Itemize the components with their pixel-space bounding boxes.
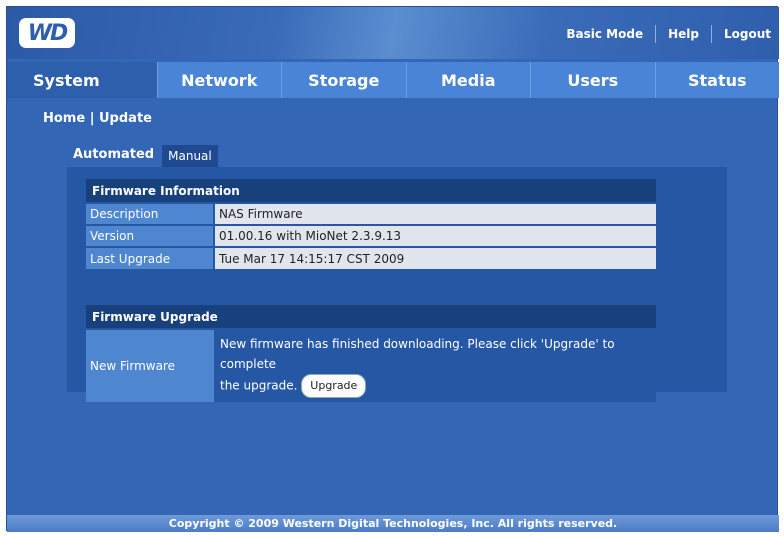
table-row: New Firmware New firmware has finished d… <box>86 328 656 402</box>
tab-automated[interactable]: Automated <box>67 141 161 167</box>
table-row: Last Upgrade Tue Mar 17 14:15:17 CST 200… <box>86 246 656 269</box>
nav-media[interactable]: Media <box>407 62 531 98</box>
firmware-upgrade-title: Firmware Upgrade <box>86 305 656 328</box>
firmware-information-section: Firmware Information Description NAS Fir… <box>86 179 656 269</box>
logout-link[interactable]: Logout <box>724 27 771 41</box>
nav-users[interactable]: Users <box>531 62 656 98</box>
logo-text: WD <box>27 20 69 46</box>
table-row: Version 01.00.16 with MioNet 2.3.9.13 <box>86 224 656 247</box>
help-link[interactable]: Help <box>668 27 699 41</box>
copyright-text: Copyright © 2009 Western Digital Technol… <box>168 517 618 530</box>
divider <box>655 25 657 43</box>
breadcrumb-separator: | <box>89 111 95 126</box>
app-frame: WD Basic Mode Help Logout System Network… <box>6 6 779 532</box>
description-label: Description <box>86 202 214 225</box>
last-upgrade-value: Tue Mar 17 14:15:17 CST 2009 <box>213 246 656 269</box>
table-row: Description NAS Firmware <box>86 202 656 225</box>
firmware-upgrade-section: Firmware Upgrade New Firmware New firmwa… <box>86 305 656 402</box>
upgrade-message-line1: New firmware has finished downloading. P… <box>220 337 615 371</box>
breadcrumb-update-link[interactable]: Update <box>99 111 152 126</box>
upgrade-message-line2: the upgrade. <box>220 378 298 393</box>
nav-network[interactable]: Network <box>158 62 282 98</box>
nav-status[interactable]: Status <box>656 62 780 98</box>
firmware-information-table: Description NAS Firmware Version 01.00.1… <box>86 202 656 269</box>
header-links: Basic Mode Help Logout <box>566 25 771 43</box>
new-firmware-label: New Firmware <box>86 328 214 402</box>
divider <box>710 25 712 43</box>
description-value: NAS Firmware <box>213 202 656 225</box>
wd-logo: WD <box>19 18 75 48</box>
version-value: 01.00.16 with MioNet 2.3.9.13 <box>213 224 656 247</box>
footer: Copyright © 2009 Western Digital Technol… <box>7 515 779 532</box>
nav-storage[interactable]: Storage <box>282 62 407 98</box>
tab-manual[interactable]: Manual <box>162 145 218 167</box>
last-upgrade-label: Last Upgrade <box>86 246 214 269</box>
nav-system[interactable]: System <box>7 62 158 98</box>
basic-mode-link[interactable]: Basic Mode <box>566 27 643 41</box>
upgrade-message: New firmware has finished downloading. P… <box>214 328 656 402</box>
header: WD Basic Mode Help Logout <box>7 7 779 59</box>
firmware-information-title: Firmware Information <box>86 179 656 202</box>
main-nav: System Network Storage Media Users Statu… <box>7 62 779 98</box>
upgrade-button[interactable]: Upgrade <box>301 374 367 398</box>
breadcrumb-home-link[interactable]: Home <box>43 111 85 126</box>
update-panel: Firmware Information Description NAS Fir… <box>67 167 727 402</box>
firmware-upgrade-table: New Firmware New firmware has finished d… <box>86 328 656 402</box>
version-label: Version <box>86 224 214 247</box>
breadcrumb: Home | Update <box>43 111 152 126</box>
tab-bar: Automated Manual <box>67 141 218 167</box>
